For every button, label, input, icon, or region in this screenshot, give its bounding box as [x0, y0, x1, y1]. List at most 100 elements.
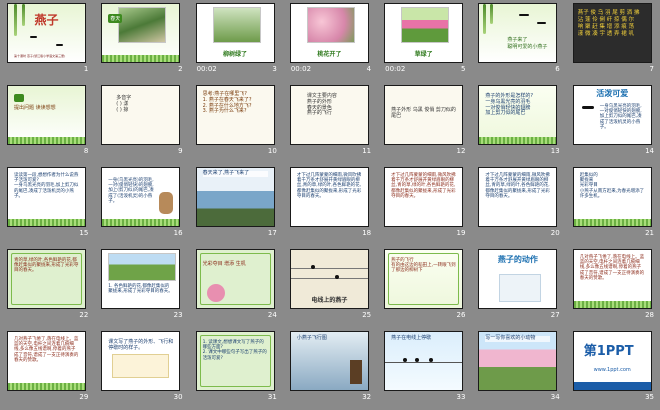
slide-line: 才下过几阵蒙蒙的细雨,微风吹拂着千万条才舒展开黄绿眉眼的柳丝,青的草,绿的叶,各… [296, 173, 362, 199]
slide-number: 27 [550, 311, 560, 319]
slide-thumbnail-9[interactable]: 多音字 ( ) 漾 ( ) 掠 [101, 85, 181, 145]
slide-number: 33 [456, 393, 466, 401]
slide-number: 5 [460, 65, 466, 73]
slide-thumbnail-24[interactable]: 光彩夺目 增添 生机 [195, 249, 275, 309]
slide-thumbnail-4[interactable]: 桃花开了 [289, 3, 369, 63]
text-box [112, 354, 170, 378]
transition-time: 00:02 [290, 65, 312, 73]
slide-number: 2 [178, 65, 183, 73]
swallow-icon [537, 22, 547, 24]
slide-thumbnail-33[interactable]: 燕子在电线上停歇 [384, 331, 464, 391]
slide-line: 聪明可爱的小燕子 [507, 44, 548, 50]
slide-thumbnail-13[interactable]: 燕子的外形是怎样的? 一身乌黑光亮的羽毛 一对俊俏轻快的翅膀 加上剪刀似的尾巴 [478, 85, 558, 145]
slide-thumbnail-3[interactable]: 柳树绿了 [195, 3, 275, 63]
ppt-logo: 第1PPT [583, 344, 634, 359]
slide-line: 燕子外形 乌黑 俊俏 剪刀似的尾巴 [391, 107, 456, 119]
slide-cell-15: 读读第一段,想想作者为什么说燕子活泼可爱? 一身乌黑光亮的羽毛,加上剪刀似的尾巴… [0, 164, 94, 246]
slide-title: 活泼可爱 [596, 89, 629, 98]
swallow-icon [334, 275, 339, 279]
slide-title: 燕子的动作 [497, 255, 538, 264]
slide-number: 30 [173, 393, 183, 401]
slide-cell-1: 燕子 第十课时 燕子(浙江版小学语文第三册) 1 [0, 0, 94, 82]
slide-thumbnail-2[interactable]: 春天 [101, 3, 181, 63]
slide-cell-4: 桃花开了 00:02 4 [283, 0, 377, 82]
slide-thumbnail-12[interactable]: 燕子外形 乌黑 俊俏 剪刀似的尾巴 [384, 85, 464, 145]
slide-cell-25: 电线上的燕子 25 [283, 246, 377, 328]
slide-cell-2: 春天 2 [94, 0, 188, 82]
slide-cell-29: 几对燕子飞倦了,落在电线上。蓝蓝的天空,电杆之间连着几痕细线,多么像五线谱啊,停… [0, 328, 94, 410]
slide-thumbnail-31[interactable]: 1. 读课文,想想课文写了燕子的哪些方面? 2. 课文中哪些句子写出了燕子的活泼… [195, 331, 275, 391]
slide-line: 小燕子飞行图 [296, 335, 327, 341]
slide-thumbnail-32[interactable]: 小燕子飞行图 [289, 331, 369, 391]
slide-thumbnail-35[interactable]: 第1PPT www.1ppt.com [572, 331, 652, 391]
slide-number: 23 [173, 311, 183, 319]
slide-thumbnail-18[interactable]: 才下过几阵蒙蒙的细雨,微风吹拂着千万条才舒展开黄绿眉眼的柳丝,青的草,绿的叶,各… [289, 167, 369, 227]
transition-time: 00:02 [196, 65, 217, 73]
willow-decoration [483, 4, 487, 34]
slide-thumbnail-19[interactable]: 才下过几阵蒙蒙的细雨,微风吹拂着千万条才舒展开黄绿眉眼的柳丝,青的草,绿的叶,各… [384, 167, 464, 227]
slide-number: 4 [366, 65, 372, 73]
slide-thumbnail-7[interactable]: 燕子 俊 乌 羽 尾 剪 洒 拂 沾 蓬 伶 俐 纤 掠 偶 尔 响 聚 赶 集… [572, 3, 652, 63]
slide-cell-35: 第1PPT www.1ppt.com 35 [566, 328, 660, 410]
slide-caption: 柳树绿了 [223, 51, 248, 58]
slide-cell-5: 草绿了 00:02 5 [377, 0, 471, 82]
slide-thumbnail-26[interactable]: 燕子的飞行 有的由这边的稻田上,一转眼飞到了那边的柳树下 [384, 249, 464, 309]
slide-thumbnail-27[interactable]: 燕子的动作 [478, 249, 558, 309]
slide-thumbnail-17[interactable]: 春天来了,燕子飞来了 [195, 167, 275, 227]
slide-number: 35 [645, 393, 654, 401]
slide-label [14, 94, 25, 102]
slide-thumbnail-29[interactable]: 几对燕子飞倦了,落在电线上。蓝蓝的天空,电杆之间连着几痕细线,多么像五线谱啊,停… [7, 331, 86, 391]
post-illustration [349, 360, 362, 384]
slide-thumbnail-14[interactable]: 活泼可爱 一身乌黑光亮的羽毛,一对俊俏轻快的翅膀,加上剪刀似的尾巴,凑成了活泼机… [572, 85, 652, 145]
slide-thumbnail-20[interactable]: 才下过几阵蒙蒙的细雨,微风吹拂着千万条才舒展开黄绿眉眼的柳丝,青的草,绿的叶,各… [478, 167, 558, 227]
slide-character-grid: 燕子 俊 乌 羽 尾 剪 洒 拂 沾 蓬 伶 俐 纤 掠 偶 尔 响 聚 赶 集… [577, 10, 640, 38]
slide-number: 24 [267, 311, 277, 319]
slide-caption: 草绿了 [414, 51, 433, 58]
slide-thumbnail-1[interactable]: 燕子 第十课时 燕子(浙江版小学语文第三册) [7, 3, 86, 63]
slide-cell-20: 才下过几阵蒙蒙的细雨,微风吹拂着千万条才舒展开黄绿眉眼的柳丝,青的草,绿的叶,各… [471, 164, 565, 246]
slide-number: 3 [272, 65, 277, 73]
slide-cell-7: 燕子 俊 乌 羽 尾 剪 洒 拂 沾 蓬 伶 俐 纤 掠 偶 尔 响 聚 赶 集… [566, 0, 660, 82]
slide-line: 几对燕子飞倦了,落在电线上。蓝蓝的天空,电杆之间连着几痕细线,多么像五线谱啊,停… [14, 337, 79, 363]
slide-thumbnail-21[interactable]: 赶集似的 聚拢来 光彩夺目 小燕子从南方赶来,为春光增添了许多生机。 [572, 167, 652, 227]
slide-cell-18: 才下过几阵蒙蒙的细雨,微风吹拂着千万条才舒展开黄绿眉眼的柳丝,青的草,绿的叶,各… [283, 164, 377, 246]
slide-caption: 桃花开了 [317, 51, 342, 58]
slide-cell-27: 燕子的动作 27 [471, 246, 565, 328]
slide-cell-22: 青的草,绿的叶,各色鲜艳的花,都像赶集似的聚拢来,形成了光彩夺目的春天。 22 [0, 246, 94, 328]
slide-line: 青的草,绿的叶,各色鲜艳的花,都像赶集似的聚拢来,形成了光彩夺目的春天。 [14, 258, 79, 274]
slide-line: 多音字 ( ) 漾 ( ) 掠 [116, 95, 132, 113]
slide-cell-10: 思考:燕子在哪里飞? 1. 燕子在春天飞来了? 2. 燕子在什么地方飞? 3. … [189, 82, 283, 164]
slide-thumbnail-15[interactable]: 读读第一段,想想作者为什么说燕子活泼可爱? 一身乌黑光亮的羽毛,加上剪刀似的尾巴… [7, 167, 86, 227]
slide-thumbnail-16[interactable]: 一身(乌黑光亮)的羽毛,一对(俊俏轻快)的翅膀,加上(剪刀似)的尾巴,凑成了(活… [101, 167, 181, 227]
slide-thumbnail-28[interactable]: 几对燕子飞倦了,落在电线上。蓝蓝的天空,电杆之间连着几痕细线,多么像五线谱啊,停… [572, 249, 652, 309]
slide-thumbnail-25[interactable]: 电线上的燕子 [289, 249, 369, 309]
swallow-icon [519, 14, 530, 16]
willow-decoration [490, 4, 494, 24]
slide-thumbnail-10[interactable]: 思考:燕子在哪里飞? 1. 燕子在春天飞来了? 2. 燕子在什么地方飞? 3. … [195, 85, 275, 145]
slide-thumbnail-11[interactable]: 课文主要内容 燕子的外形 春天的景色 燕子的飞行 [289, 85, 369, 145]
slide-thumbnail-5[interactable]: 草绿了 [384, 3, 464, 63]
wire-line [290, 278, 368, 279]
slide-number: 12 [456, 147, 466, 155]
slide-number: 10 [267, 147, 277, 155]
slide-cell-6: 燕子来了 聪明可爱的小燕子 6 [471, 0, 565, 82]
slide-thumbnail-22[interactable]: 青的草,绿的叶,各色鲜艳的花,都像赶集似的聚拢来,形成了光彩夺目的春天。 [7, 249, 86, 309]
slide-number: 22 [79, 311, 89, 319]
slide-cell-34: 写一写你喜欢的小动物 34 [471, 328, 565, 410]
slide-cell-28: 几对燕子飞倦了,落在电线上。蓝蓝的天空,电杆之间连着几痕细线,多么像五线谱啊,停… [566, 246, 660, 328]
slide-thumbnail-6[interactable]: 燕子来了 聪明可爱的小燕子 [478, 3, 558, 63]
slide-thumbnail-34[interactable]: 写一写你喜欢的小动物 [478, 331, 558, 391]
slide-thumbnail-23[interactable]: 1. 各色鲜艳的花,都像赶集似的聚拢来,形成了光彩夺目的春天。 [101, 249, 181, 309]
grass-decoration [8, 137, 85, 144]
flower-decoration [206, 284, 225, 302]
slide-cell-16: 一身(乌黑光亮)的羽毛,一对(俊俏轻快)的翅膀,加上(剪刀似)的尾巴,凑成了(活… [94, 164, 188, 246]
slide-thumbnail-8[interactable]: 提出问题 读读想想 [7, 85, 86, 145]
slide-caption: 电线上的燕子 [311, 297, 348, 304]
slide-number: 20 [550, 229, 560, 237]
slide-thumbnail-30[interactable]: 课文写了燕子的外形、飞行和停歇时的样子。 [101, 331, 181, 391]
slide-number: 26 [456, 311, 466, 319]
slide-number: 32 [362, 393, 372, 401]
slide-image-placeholder [499, 274, 542, 302]
slide-number: 7 [649, 65, 654, 73]
slide-sorter-grid: 燕子 第十课时 燕子(浙江版小学语文第三册) 1 春天 2 柳树绿了 00:02… [0, 0, 660, 410]
